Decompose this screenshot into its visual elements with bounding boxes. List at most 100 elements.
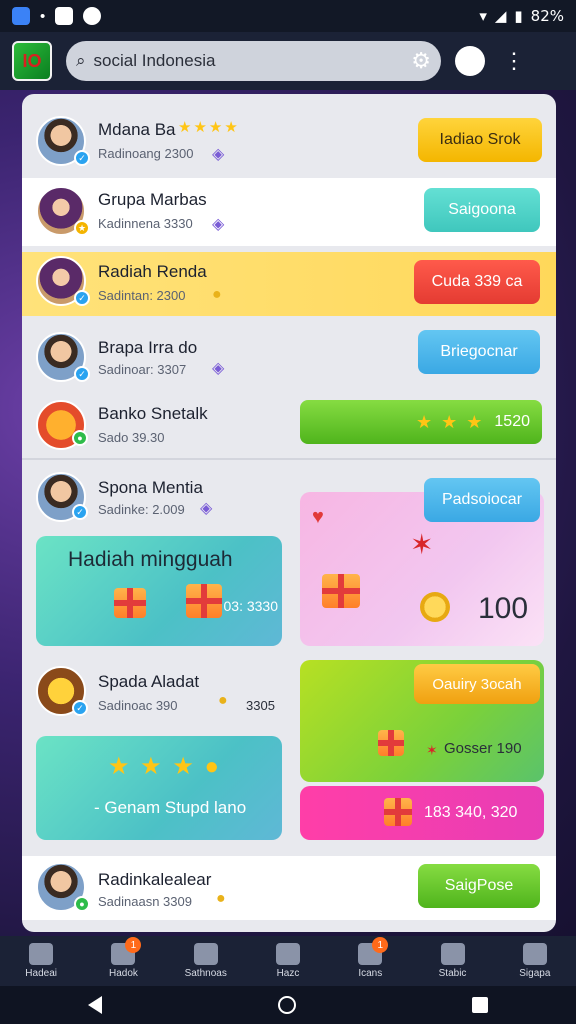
weekly-reward-card[interactable]: Hadiah mingguah 03: 3330 <box>36 536 282 646</box>
nav-label: Stabic <box>438 968 467 979</box>
nav-item-home[interactable]: Hadeai <box>5 943 77 979</box>
nav-label: Sigapa <box>519 968 551 979</box>
coin-icon: ● <box>212 286 222 303</box>
notification-badge: 1 <box>125 937 142 953</box>
gift-icon <box>114 588 146 618</box>
chat-icon <box>83 7 102 25</box>
row-action-button[interactable]: Saigoona <box>424 188 540 232</box>
user-points: Sadinoar: 3307 <box>98 362 187 377</box>
reward-value: 1520 <box>494 413 530 430</box>
gift-icon <box>384 798 412 826</box>
nav-item-inbox[interactable]: 1 Hadok <box>87 937 159 979</box>
user-points: Radinoang 2300 <box>98 146 194 161</box>
lock-icon <box>55 7 74 25</box>
coin-stack-icon <box>420 592 450 622</box>
nav-item-stats[interactable]: Stabic <box>417 943 489 979</box>
star-icon <box>522 943 547 965</box>
clipboard-icon <box>193 943 218 965</box>
nav-item-refresh[interactable]: Hazc <box>252 943 324 979</box>
reward-amount: 100 <box>478 592 529 625</box>
verified-badge-icon: ✓ <box>72 504 88 520</box>
user-name: Spona Mentia <box>98 478 203 497</box>
card-value: - Genam Stupd lano <box>94 798 247 817</box>
gem-icon: ◈ <box>200 500 213 517</box>
nav-item-icons[interactable]: 1 Icans <box>334 937 406 979</box>
more-vertical-icon[interactable]: ⋮ <box>499 46 529 76</box>
achievement-card[interactable]: ★ ★ ★ ● - Genam Stupd lano <box>36 736 282 840</box>
bow-icon: ✶ <box>410 529 434 560</box>
user-points: Sado 39.30 <box>98 430 165 445</box>
app-notification-icon <box>12 7 30 25</box>
leaderboard-panel: ✓ Mdana Ba ★★★★ Radinoang 2300 ◈ Iadiao … <box>22 94 556 932</box>
user-name: Radinkalealear <box>98 870 212 889</box>
user-points: Sadinoac 390 <box>98 698 178 713</box>
battery-level: 82% <box>530 7 564 25</box>
user-points: Sadinaasn 3309 <box>98 894 192 909</box>
notification-badge: 1 <box>372 937 389 953</box>
user-points: Kadinnena 3330 <box>98 216 193 231</box>
premium-card[interactable]: 183 340, 320 <box>300 786 544 840</box>
nav-item-tasks[interactable]: Sathnoas <box>170 943 242 979</box>
nav-label: Sathnoas <box>184 968 227 979</box>
trophy-icon <box>29 943 54 965</box>
points-value: 3305 <box>246 698 275 713</box>
user-name: Spada Aladat <box>98 672 200 691</box>
nav-label: Hadok <box>108 968 138 979</box>
user-name: Brapa Irra do <box>98 338 198 357</box>
card-value: 183 340, 320 <box>424 804 518 821</box>
nav-item-profile[interactable]: Sigapa <box>499 943 571 979</box>
heart-icon: ♥ <box>312 506 324 528</box>
signal-icon: ◢ <box>494 7 507 25</box>
row-action-button[interactable]: Briegocnar <box>418 330 540 374</box>
row-action-button[interactable]: SaigPose <box>418 864 540 908</box>
row-action-button[interactable]: Iadiao Srok <box>418 118 542 162</box>
clock-icon <box>440 943 465 965</box>
row-action-button[interactable]: Cuda 339 ca <box>414 260 540 304</box>
coin-icon: ● <box>216 890 226 907</box>
status-bar: • ▾ ◢ ▮ 82% <box>0 0 576 32</box>
stars-icon: ★ ★ ★ ● <box>108 753 222 780</box>
gold-badge-icon: ★ <box>74 220 90 236</box>
user-name: Grupa Marbas <box>98 190 207 209</box>
user-points: Sadinke: 2.009 <box>98 502 185 517</box>
verified-badge-icon: ✓ <box>74 150 90 166</box>
search-icon: ⌕ <box>76 51 86 70</box>
verified-badge-icon: ✓ <box>74 290 90 306</box>
gem-icon: ◈ <box>212 146 225 163</box>
nav-label: Icans <box>358 968 383 979</box>
user-name: Radiah Renda <box>98 262 207 281</box>
online-badge-icon: ● <box>72 430 88 446</box>
battery-icon: ▮ <box>514 7 523 25</box>
app-logo[interactable]: IO <box>12 41 52 81</box>
bonus-button[interactable]: Oauiry 3ocah <box>414 664 540 704</box>
reward-claim-button[interactable]: ★ ★ ★ 1520 <box>300 400 542 444</box>
bonus-card[interactable]: Oauiry 3ocah ✶ Gosser 190 <box>300 660 544 782</box>
bow-icon: ✶ <box>426 742 438 758</box>
user-name: Banko Snetalk <box>98 404 208 423</box>
recent-apps-icon[interactable] <box>472 997 488 1013</box>
gem-icon: ◈ <box>212 216 225 233</box>
search-query: social Indonesia <box>93 51 216 70</box>
bottom-navigation: Hadeai 1 Hadok Sathnoas Hazc 1 Icans Sta… <box>0 936 576 986</box>
gift-icon <box>322 574 360 608</box>
gift-icon <box>378 730 404 756</box>
user-name: Mdana Ba <box>98 120 176 139</box>
online-badge-icon: ● <box>74 896 90 912</box>
wifi-icon: ▾ <box>479 7 487 25</box>
coin-icon: ● <box>218 692 228 709</box>
dot-separator: • <box>40 7 46 25</box>
search-input[interactable]: ⌕ social Indonesia ⚙ <box>66 41 441 81</box>
rating-stars-icon: ★★★★ <box>178 119 240 136</box>
divider <box>22 458 556 460</box>
nav-label: Hazc <box>276 968 300 979</box>
back-icon[interactable] <box>88 996 102 1014</box>
verified-badge-icon: ✓ <box>72 700 88 716</box>
row-action-button[interactable]: Padsoiocar <box>424 478 540 522</box>
top-app-bar: IO ⌕ social Indonesia ⚙ ➤ ⋮ <box>0 32 576 90</box>
explore-icon[interactable]: ➤ <box>455 46 485 76</box>
gear-icon[interactable]: ⚙ <box>411 48 431 74</box>
user-points: Sadintan: 2300 <box>98 288 186 303</box>
gem-icon: ◈ <box>212 360 225 377</box>
nav-label: Hadeai <box>25 968 57 979</box>
home-icon[interactable] <box>278 996 296 1014</box>
